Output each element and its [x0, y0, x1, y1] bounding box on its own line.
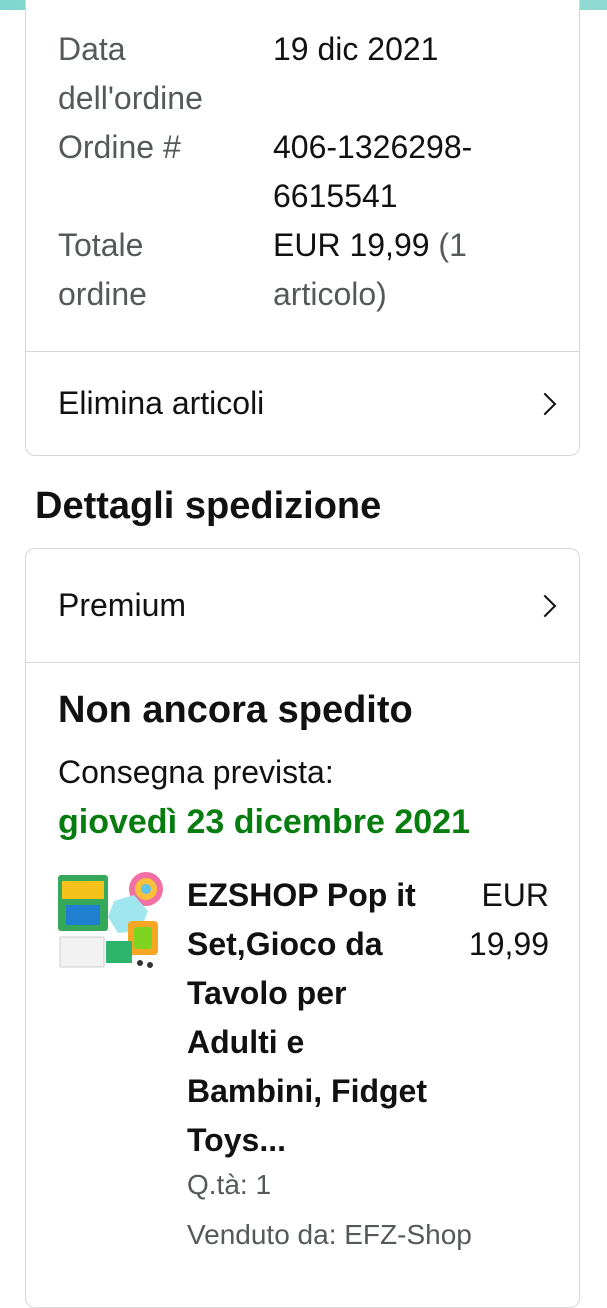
- remove-items-row[interactable]: Elimina articoli: [26, 351, 579, 455]
- chevron-right-icon: [533, 392, 557, 415]
- order-total-label: Totale ordine: [58, 227, 147, 312]
- remove-items-label: Elimina articoli: [58, 385, 265, 421]
- order-date-value: 19 dic 2021: [273, 31, 439, 67]
- order-date-label: Data dell'ordine: [58, 31, 203, 116]
- delivery-date: giovedì 23 dicembre 2021: [58, 803, 470, 841]
- product-price: EUR 19,99: [468, 877, 549, 962]
- order-summary-card: Data dell'ordine 19 dic 2021 Ordine # 40…: [25, 0, 580, 456]
- shipping-card: Premium Non ancora spedito Consegna prev…: [25, 548, 580, 1308]
- order-total-value: EUR 19,99 (1 articolo): [273, 221, 533, 319]
- delivery-label: Consegna prevista:: [58, 754, 334, 790]
- product-title[interactable]: EZSHOP Pop it Set,Gioco da Tavolo per Ad…: [187, 871, 427, 1165]
- chevron-right-icon: [533, 594, 557, 617]
- shipping-type-label: Premium: [58, 587, 187, 623]
- product-quantity: Q.tà: 1: [187, 1169, 272, 1200]
- shipping-status: Non ancora spedito: [58, 689, 413, 731]
- shipping-type-row[interactable]: Premium: [26, 549, 579, 663]
- order-number-label: Ordine #: [58, 129, 181, 165]
- product-image[interactable]: [56, 867, 166, 979]
- product-seller: Venduto da: EFZ-Shop: [187, 1219, 472, 1250]
- shipping-section-title: Dettagli spedizione: [35, 485, 382, 527]
- order-total-amount: EUR 19,99: [273, 227, 430, 263]
- order-number-value: 406-1326298-6615541: [273, 129, 473, 214]
